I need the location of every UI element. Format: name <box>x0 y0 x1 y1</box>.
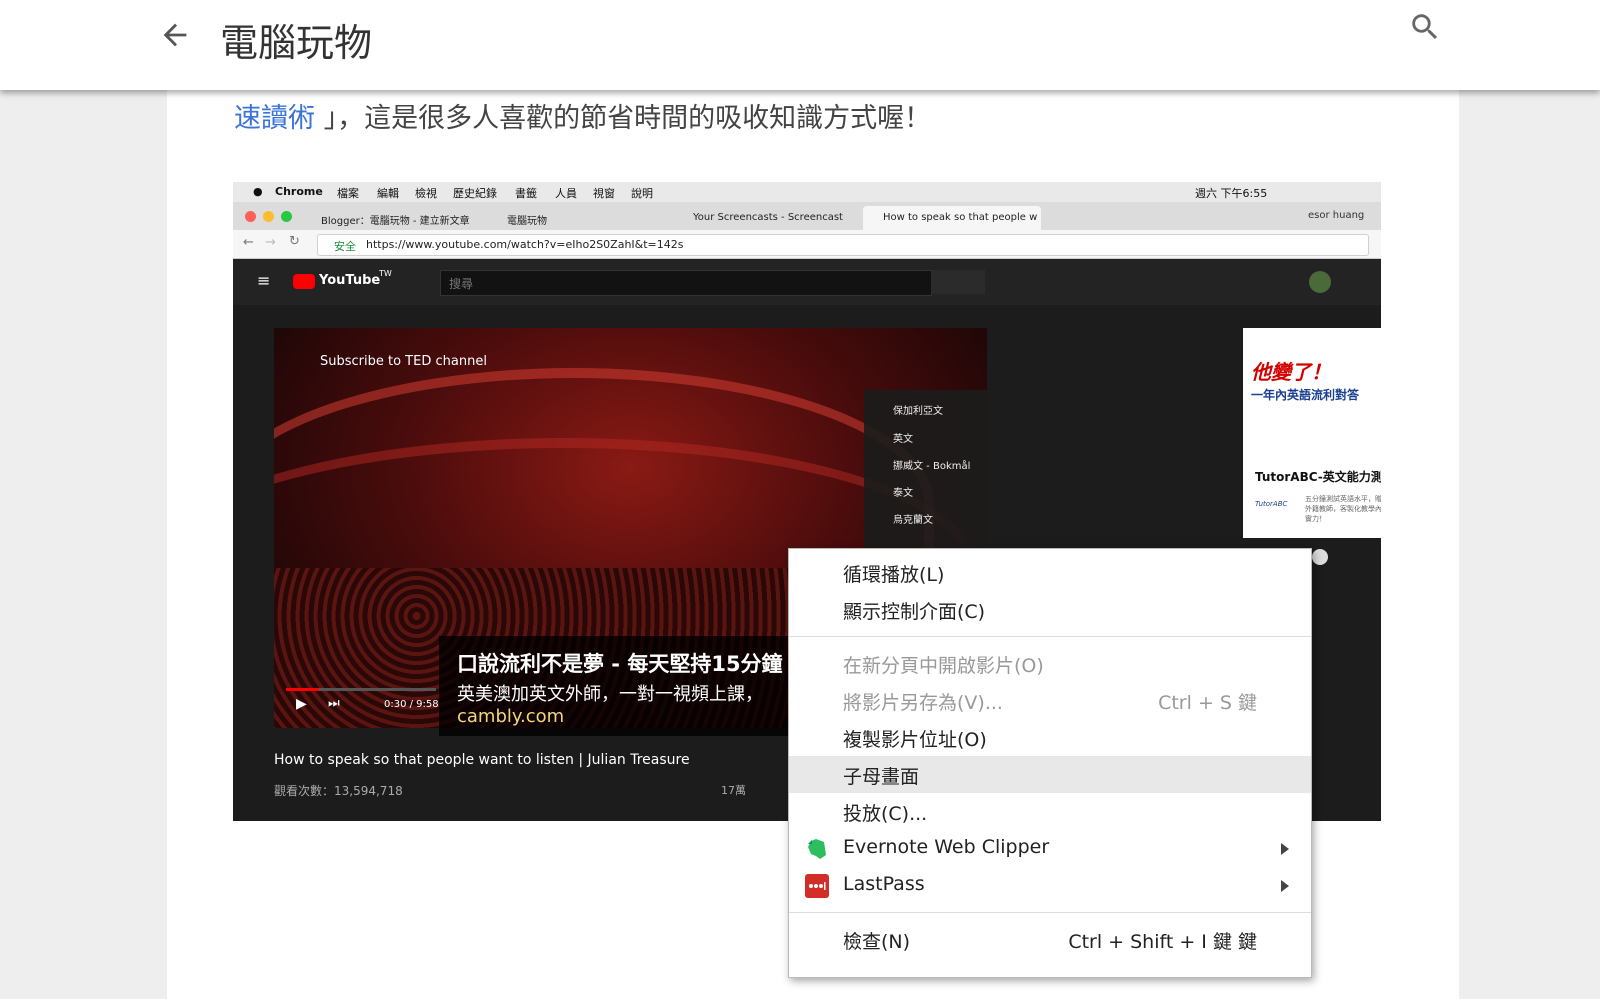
caption-line1: 口說流利不是夢 - 每天堅持15分鐘 <box>457 652 783 676</box>
apple-icon: ● <box>253 185 263 198</box>
ad-subheadline: 一年內英語流利對答 <box>1251 388 1360 402</box>
menu-separator <box>789 912 1311 913</box>
menu-item-copy-video-address[interactable]: 複製影片位址(O) <box>789 719 1311 756</box>
browser-address-bar: ← → ↻ 安全 https://www.youtube.com/watch?v… <box>233 230 1381 259</box>
next-icon: ⏭ <box>328 696 340 711</box>
menu-item-inspect[interactable]: 檢查(N) Ctrl + Shift + I 鍵 鍵 <box>789 921 1311 958</box>
youtube-search-button <box>931 270 985 294</box>
menu-item-evernote[interactable]: Evernote Web Clipper <box>789 830 1311 867</box>
play-icon: ▶ <box>296 696 307 712</box>
menu-item-loop[interactable]: 循環播放(L) <box>789 554 1311 591</box>
youtube-search-box: 搜尋 <box>440 270 932 296</box>
avatar <box>1309 271 1331 293</box>
speed-reading-link[interactable]: 速讀術 <box>234 103 315 134</box>
browser-tab-active: How to speak so that people w <box>863 206 1041 230</box>
back-icon: ← <box>243 235 254 250</box>
subtitle-language-item: 泰文 <box>893 488 913 499</box>
mac-menu-item: 視窗 <box>593 187 615 200</box>
menu-item-open-video-new-tab[interactable]: 在新分頁中開啟影片(O) <box>789 645 1311 682</box>
video-time: 0:30 / 9:58 <box>384 699 439 710</box>
url-text: https://www.youtube.com/watch?v=eIho2S0Z… <box>366 238 684 251</box>
slider-thumb <box>1312 549 1328 565</box>
caption-line2: 英美澳加英文外師，一對一視頻上課， <box>457 684 763 705</box>
minimize-window-dot <box>263 211 274 222</box>
maximize-window-dot <box>281 211 292 222</box>
subtitle-language-item: 英文 <box>893 434 913 445</box>
menu-item-show-controls[interactable]: 顯示控制介面(C) <box>789 591 1311 628</box>
menu-item-picture-in-picture[interactable]: 子母畫面 <box>789 756 1311 793</box>
back-arrow-icon[interactable] <box>158 18 192 52</box>
intro-rest-text: 」，這是很多人喜歡的節省時間的吸收知識方式喔！ <box>323 103 932 134</box>
menu-shortcut: Ctrl + Shift + I 鍵 鍵 <box>1068 931 1257 953</box>
mac-menu-item: 說明 <box>631 187 653 200</box>
browser-tab: Blogger：電腦玩物 - 建立新文章 <box>321 216 470 227</box>
ad-description: 五分鐘測試英語水平，贈送評估報告，精準配對外籍教師，客製化教學內容，輕鬆重建你的… <box>1305 495 1381 523</box>
chrome-profile: esor huang <box>1308 210 1365 221</box>
mac-menu-item: 檢視 <box>415 187 437 200</box>
secure-label: 安全 <box>334 240 356 253</box>
video-title: How to speak so that people want to list… <box>274 752 690 768</box>
menu-shortcut: Ctrl + S 鍵 <box>1158 692 1257 714</box>
menu-separator <box>789 636 1311 637</box>
close-window-dot <box>245 211 256 222</box>
like-count: 17萬 <box>721 784 746 797</box>
subtitle-language-item: 烏克蘭文 <box>893 515 933 526</box>
mac-menu-item: 書籤 <box>515 187 537 200</box>
site-title[interactable]: 電腦玩物 <box>220 12 372 67</box>
subtitle-language-item: 保加利亞文 <box>893 406 943 417</box>
progress-track <box>286 688 436 691</box>
browser-tab: 電腦玩物 <box>507 216 547 227</box>
ad-headline: 他變了！ <box>1251 360 1331 384</box>
ad-title: TutorABC-英文能力測驗 <box>1255 470 1381 484</box>
youtube-header: ≡ YouTube TW 搜尋 <box>233 259 1381 305</box>
subtitle-language-item: 挪威文 - Bokmål <box>893 461 971 472</box>
submenu-arrow-icon <box>1281 843 1289 855</box>
mac-menu-item: 編輯 <box>377 187 399 200</box>
menu-item-save-video-as[interactable]: 將影片另存為(V)... Ctrl + S 鍵 <box>789 682 1311 719</box>
view-count: 觀看次數：13,594,718 <box>274 784 403 798</box>
forward-icon: → <box>265 235 276 250</box>
url-field: 安全 https://www.youtube.com/watch?v=eIho2… <box>317 234 1369 256</box>
video-context-menu: 循環播放(L) 顯示控制介面(C) 在新分頁中開啟影片(O) 將影片另存為(V)… <box>788 548 1312 978</box>
video-ad-caption: 口說流利不是夢 - 每天堅持15分鐘 英美澳加英文外師，一對一視頻上課， cam… <box>439 636 799 736</box>
hamburger-icon: ≡ <box>257 271 271 290</box>
ad-brand: TutorABC <box>1255 500 1288 508</box>
mac-menu-item: 歷史紀錄 <box>453 187 497 200</box>
mac-menu-item: 人員 <box>555 187 577 200</box>
mac-clock: 週六 下午6:55 <box>1195 187 1268 200</box>
mac-menu-bar: ● Chrome 檔案 編輯 檢視 歷史紀錄 書籤 人員 視窗 說明 週六 下午… <box>233 182 1381 202</box>
mac-menu-item: 檔案 <box>337 187 359 200</box>
youtube-logo-icon <box>293 274 315 289</box>
youtube-logo-suffix: TW <box>379 269 392 278</box>
menu-item-cast[interactable]: 投放(C)... <box>789 793 1311 830</box>
top-app-bar: 電腦玩物 <box>0 0 1600 90</box>
lastpass-icon <box>805 874 829 898</box>
submenu-arrow-icon <box>1281 880 1289 892</box>
intro-paragraph: 速讀術 」，這是很多人喜歡的節省時間的吸收知識方式喔！ <box>234 96 931 135</box>
evernote-icon <box>808 839 826 859</box>
reload-icon: ↻ <box>289 234 300 249</box>
tutorabc-ad: 他變了！ 一年內英語流利對答 TutorABC-英文能力測驗 TutorABC … <box>1243 328 1381 538</box>
progress-fill <box>286 688 319 691</box>
browser-tab: Your Screencasts - Screencast <box>693 212 843 223</box>
youtube-logo-text: YouTube <box>319 273 381 288</box>
youtube-search-placeholder: 搜尋 <box>449 277 474 291</box>
search-icon[interactable] <box>1408 10 1442 44</box>
menu-item-lastpass[interactable]: LastPass <box>789 867 1311 904</box>
mac-menu-chrome: Chrome <box>275 185 323 198</box>
subscribe-overlay-text: Subscribe to TED channel <box>320 354 487 369</box>
browser-tab-bar: Blogger：電腦玩物 - 建立新文章 電腦玩物 Your Screencas… <box>233 202 1381 230</box>
subtitle-language-menu: 保加利亞文 英文 挪威文 - Bokmål 泰文 烏克蘭文 <box>864 390 987 550</box>
caption-link: cambly.com <box>457 706 565 727</box>
